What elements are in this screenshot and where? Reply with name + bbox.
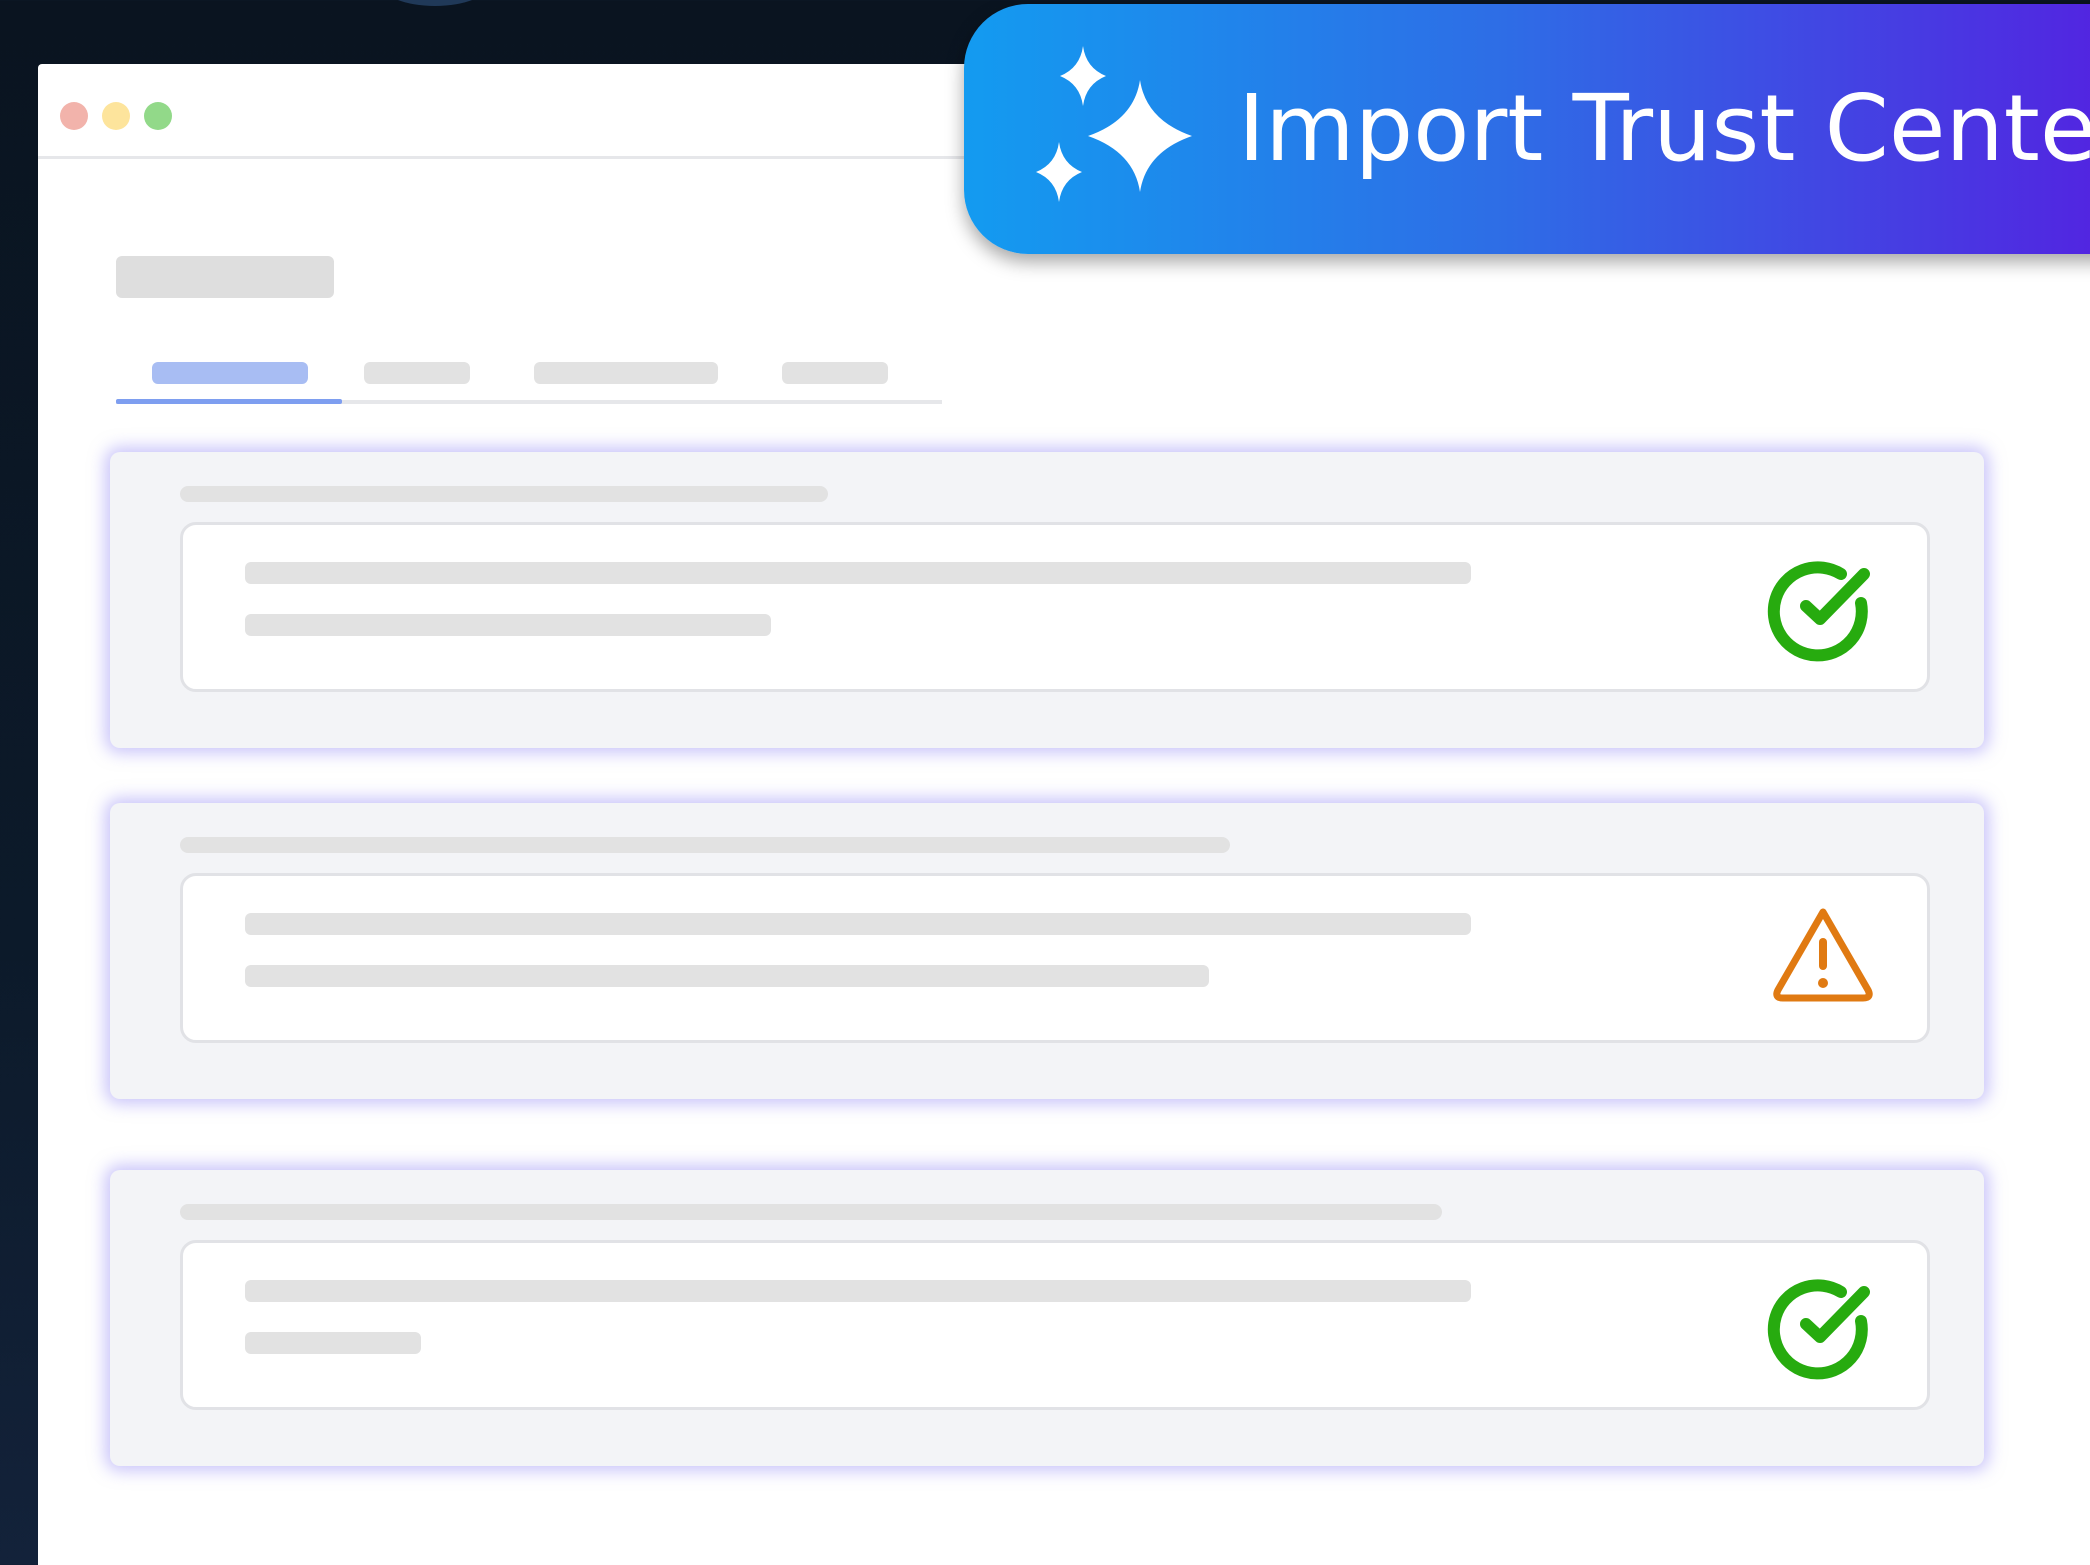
tab-3[interactable] — [534, 362, 718, 384]
card-heading-placeholder — [180, 1204, 1442, 1220]
check-circle-icon — [1763, 547, 1883, 667]
import-item-row[interactable] — [180, 873, 1930, 1043]
card-heading-placeholder — [180, 837, 1230, 853]
import-item-card — [110, 1170, 1984, 1466]
tab-1[interactable] — [152, 362, 308, 384]
import-item-card — [110, 803, 1984, 1099]
import-item-card — [110, 452, 1984, 748]
banner-label: Import Trust Center — [1238, 75, 2090, 182]
text-line-placeholder — [245, 965, 1209, 987]
check-circle-icon — [1763, 1265, 1883, 1385]
import-item-row[interactable] — [180, 1240, 1930, 1410]
import-item-row[interactable] — [180, 522, 1930, 692]
tab-4[interactable] — [782, 362, 888, 384]
window-minimize-dot[interactable] — [102, 102, 130, 130]
page-title-placeholder — [116, 256, 334, 298]
text-line-placeholder — [245, 1332, 421, 1354]
card-heading-placeholder — [180, 486, 828, 502]
text-line-placeholder — [245, 614, 771, 636]
window-maximize-dot[interactable] — [144, 102, 172, 130]
tab-2[interactable] — [364, 362, 470, 384]
window-close-dot[interactable] — [60, 102, 88, 130]
text-line-placeholder — [245, 913, 1471, 935]
active-tab-indicator — [116, 399, 342, 404]
sparkles-icon — [1024, 44, 1204, 214]
text-line-placeholder — [245, 1280, 1471, 1302]
text-line-placeholder — [245, 562, 1471, 584]
browser-window — [38, 64, 2090, 1565]
import-trust-center-button[interactable]: Import Trust Center — [964, 4, 2090, 254]
warning-triangle-icon — [1763, 898, 1883, 1018]
background-decoration — [380, 0, 490, 6]
